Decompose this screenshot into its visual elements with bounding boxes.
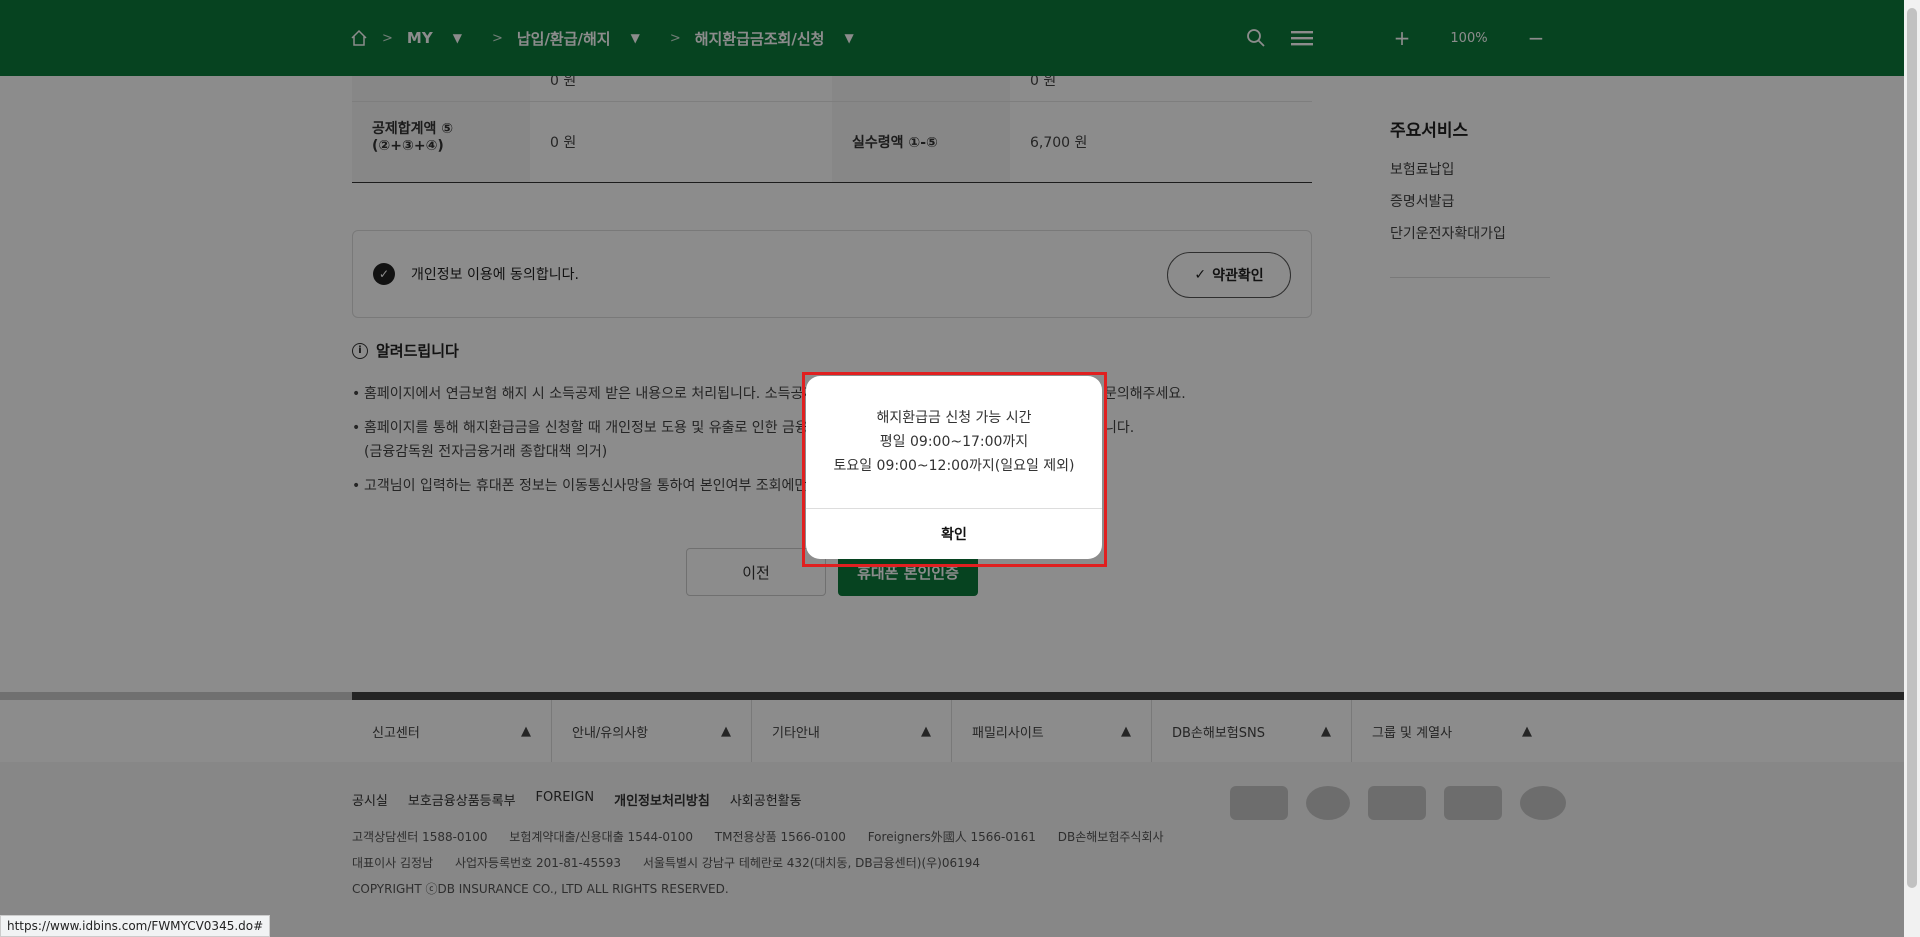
status-bar-url: https://www.idbins.com/FWMYCV0345.do# <box>0 915 271 937</box>
scrollbar[interactable] <box>1904 0 1920 937</box>
scroll-thumb[interactable] <box>1907 8 1917 888</box>
dialog-confirm-button[interactable]: 확인 <box>806 509 1102 559</box>
dialog-line-1: 해지환급금 신청 가능 시간 <box>876 410 1032 426</box>
dialog-message: 해지환급금 신청 가능 시간 평일 09:00~17:00까지 토요일 09:0… <box>806 376 1102 508</box>
dialog-line-3: 토요일 09:00~12:00까지(일요일 제외) <box>833 458 1075 474</box>
refund-hours-dialog: 해지환급금 신청 가능 시간 평일 09:00~17:00까지 토요일 09:0… <box>806 376 1102 559</box>
dialog-line-2: 평일 09:00~17:00까지 <box>879 434 1029 450</box>
